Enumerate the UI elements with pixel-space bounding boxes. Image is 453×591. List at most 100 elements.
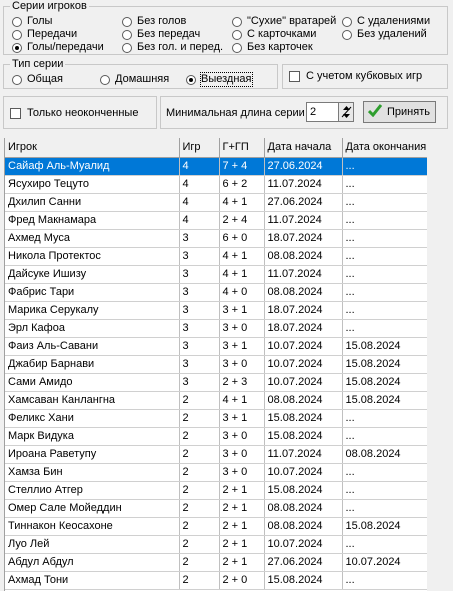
table-row[interactable]: Фред Макнамара 4 2 + 4 11.07.2024... [5,211,427,230]
stepper-arrows-icon[interactable] [338,103,353,121]
min-length-stepper[interactable]: 2 [306,102,354,122]
type-radio-away[interactable]: Выездная [186,72,253,87]
cell-goals-assists: 3 + 0 [219,445,265,464]
table-row[interactable]: Хамза Бин 2 3 + 0 10.07.2024... [5,463,427,482]
series-radio-no-goals-assists[interactable]: Без гол. и перед. [122,41,223,54]
table-row[interactable]: Ироана Раветупу 2 3 + 0 11.07.2024 08.08.202… [5,445,427,464]
table-row[interactable]: Джабир Барнави 3 3 + 0 10.07.2024 15.08.2024 [5,355,427,374]
apply-button[interactable]: Принять [363,101,436,123]
cell-player: Стеллио Атгер [5,481,180,500]
table-row[interactable]: Ахмад Тони 2 2 + 0 15.08.2024... [5,571,427,590]
table-row[interactable]: Абдул Абдул 2 2 + 1 27.06.2024 10.07.2024 [5,553,427,572]
series-radio-goals[interactable]: Голы [12,15,52,28]
type-radio-overall[interactable]: Общая [12,73,63,86]
series-radio-no-penalties[interactable]: Без удалений [342,28,427,41]
cell-end-date: 15.08.2024 [342,373,427,392]
cell-goals-assists: 7 + 4 [219,157,265,176]
series-radio-assists[interactable]: Передачи [12,28,77,41]
table-row[interactable]: Хамсаван Канлангна 2 4 + 1 08.08.2024 15.08.… [5,391,427,410]
table-row[interactable]: Дхилип Санни 4 4 + 1 27.06.2024... [5,193,427,212]
table-row[interactable]: Никола Протектос 3 4 + 1 08.08.2024... [5,247,427,266]
table-row[interactable]: Сами Амидо 3 2 + 3 10.07.2024 15.08.2024 [5,373,427,392]
series-radio-no-cards[interactable]: Без карточек [232,41,313,54]
radio-button-icon[interactable] [122,42,132,53]
column-header-player[interactable]: Игрок [5,138,180,158]
radio-button-icon[interactable] [122,29,132,40]
column-header-end-date[interactable]: Дата окончания [342,138,427,158]
cell-end-date: ... [342,265,427,284]
series-radio-label: Передачи [27,28,78,40]
table-row[interactable]: Стеллио Атгер 2 2 + 1 15.08.2024... [5,481,427,500]
table-row[interactable]: Марика Серукалу 3 3 + 1 18.07.2024... [5,301,427,320]
cup-games-checkbox-box[interactable] [289,71,300,82]
min-length-value[interactable]: 2 [310,106,316,118]
table-row[interactable]: Луо Лей 2 2 + 1 10.07.2024... [5,535,427,554]
cell-goals-assists: 6 + 2 [219,175,265,194]
cell-games: 2 [179,445,220,464]
radio-button-icon[interactable] [12,16,22,27]
apply-button-label: Принять [387,106,430,118]
table-row[interactable]: Эрл Кафоа 3 3 + 0 18.07.2024... [5,319,427,338]
table-row[interactable]: Омер Сале Мойеддин 2 2 + 1 08.08.2024... [5,499,427,518]
series-radio-goals-assists[interactable]: Голы/передачи [12,41,104,54]
cell-games: 2 [179,535,220,554]
cell-player: Фаиз Аль-Савани [5,337,180,356]
radio-button-icon[interactable] [122,16,132,27]
table-row[interactable]: Феликс Хани 2 3 + 1 15.08.2024... [5,409,427,428]
cell-games: 4 [179,193,220,212]
table-row[interactable]: Тиннакон Кеосахоне 2 2 + 1 08.08.2024 15.08.… [5,517,427,536]
series-radio-clean-sheets[interactable]: "Сухие" вратарей [232,15,336,28]
cell-start-date: 11.07.2024 [264,445,343,464]
cell-start-date: 08.08.2024 [264,247,343,266]
table-row[interactable]: Ясухиро Тецуто 4 6 + 2 11.07.2024... [5,175,427,194]
radio-button-icon[interactable] [100,74,110,85]
cell-end-date: 08.08.2024 [342,445,427,464]
radio-button-icon[interactable] [342,16,352,27]
cell-games: 3 [179,283,220,302]
cell-start-date: 10.07.2024 [264,535,343,554]
cell-games: 3 [179,301,220,320]
cell-start-date: 18.07.2024 [264,301,343,320]
column-header-start-date[interactable]: Дата начала [264,138,343,158]
cell-start-date: 10.07.2024 [264,337,343,356]
cell-end-date: ... [342,193,427,212]
unfinished-checkbox[interactable]: Только неоконченные [10,107,138,120]
table-row[interactable]: Марк Видука 2 3 + 0 15.08.2024... [5,427,427,446]
radio-button-icon[interactable] [12,29,22,40]
series-radio-no-assists[interactable]: Без передач [122,28,200,41]
cell-end-date: ... [342,283,427,302]
series-radio-label: Без гол. и перед. [137,41,224,53]
radio-button-icon[interactable] [186,74,196,85]
cell-games: 2 [179,427,220,446]
series-radio-with-penalties[interactable]: С удалениями [342,15,430,28]
radio-button-icon[interactable] [232,42,242,53]
column-header-goals-assists[interactable]: Г+ГП [219,138,265,158]
radio-button-icon[interactable] [232,29,242,40]
column-header-games[interactable]: Игр [179,138,220,158]
table-row[interactable]: Дайсуке Ишизу 3 4 + 1 11.07.2024... [5,265,427,284]
cup-games-checkbox[interactable]: С учетом кубковых игр [289,70,422,83]
radio-button-icon[interactable] [232,16,242,27]
table-row[interactable]: Ахмед Муса 3 6 + 0 18.07.2024... [5,229,427,248]
radio-button-icon[interactable] [342,29,352,40]
series-radio-with-cards[interactable]: С карточками [232,28,316,41]
cell-games: 2 [179,499,220,518]
cell-games: 4 [179,157,220,176]
type-radio-home[interactable]: Домашняя [100,73,169,86]
radio-button-icon[interactable] [12,42,22,53]
series-radio-label: Голы/передачи [27,41,104,53]
radio-button-icon[interactable] [12,74,22,85]
cell-start-date: 15.08.2024 [264,427,343,446]
table-row[interactable]: Фаиз Аль-Савани 3 3 + 1 10.07.2024 15.08.202… [5,337,427,356]
cell-goals-assists: 3 + 1 [219,301,265,320]
series-radio-no-goals[interactable]: Без голов [122,15,186,28]
series-table[interactable]: Игрок Игр Г+ГП Дата начала Дата окончани… [4,138,427,591]
unfinished-checkbox-box[interactable] [10,108,21,119]
type-radio-label: Домашняя [115,73,170,85]
cell-games: 3 [179,337,220,356]
table-row[interactable]: Сайаф Аль-Муалид 4 7 + 4 27.06.2024... [5,157,427,176]
cell-games: 2 [179,391,220,410]
cell-start-date: 27.06.2024 [264,157,343,176]
table-row[interactable]: Фабрис Тари 3 4 + 0 08.08.2024... [5,283,427,302]
series-radio-label: Без карточек [247,41,313,53]
